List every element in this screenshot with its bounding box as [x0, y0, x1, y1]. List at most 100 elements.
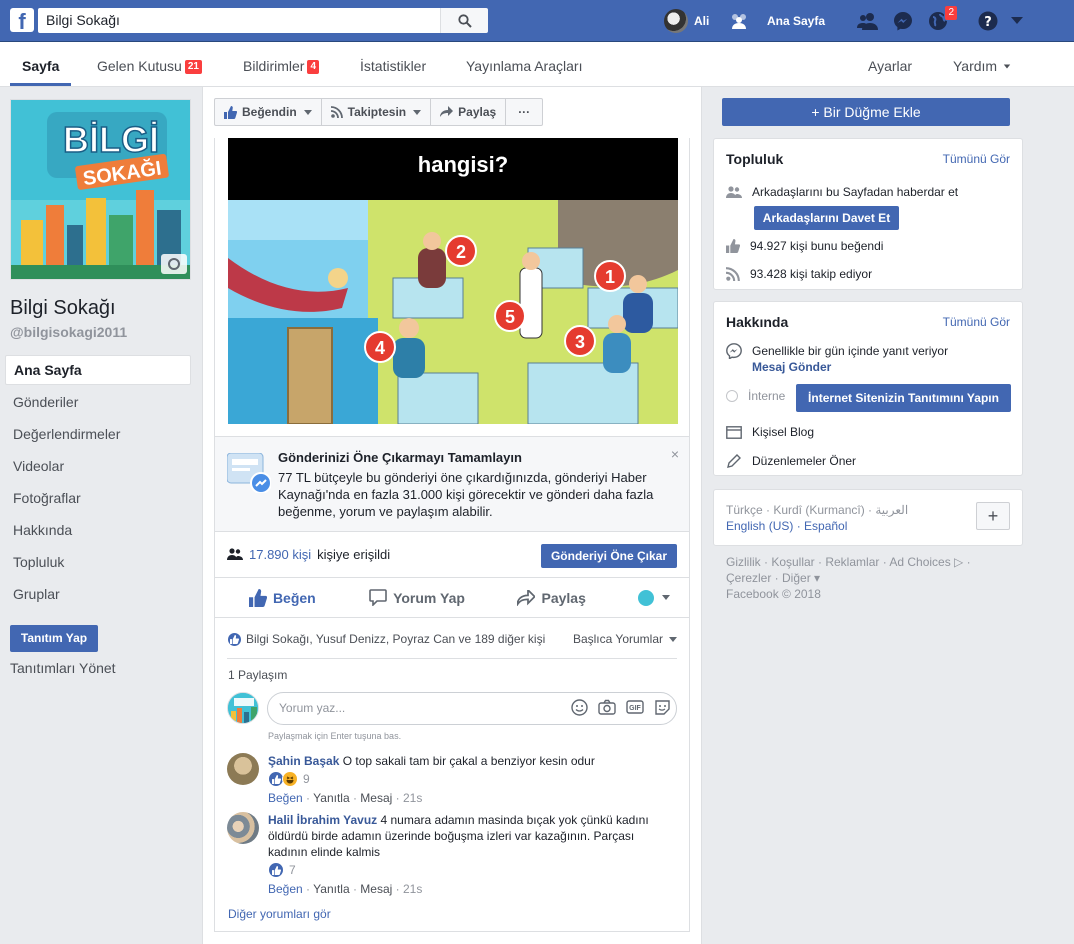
post-image[interactable]: hangisi? 1 2 3 4 5: [228, 138, 678, 424]
reach-count-link[interactable]: 17.890 kişi: [249, 547, 311, 562]
language-card: Türkçe · Kurdî (Kurmancî) · العربية Engl…: [713, 489, 1023, 546]
people-icon: [726, 186, 742, 198]
home-link[interactable]: Ana Sayfa: [767, 0, 825, 42]
comment-button[interactable]: Yorum Yap: [350, 589, 485, 606]
marker-3: 3: [575, 332, 585, 352]
more-comments-link[interactable]: Diğer yorumları gör: [228, 907, 331, 921]
profile-link[interactable]: Ali: [664, 0, 709, 42]
invite-friends-button[interactable]: Arkadaşlarını Davet Et: [754, 206, 899, 230]
likers-link[interactable]: Bilgi Sokağı, Yusuf Denizz, Poyraz Can v…: [246, 632, 545, 646]
tab-page[interactable]: Sayfa: [9, 42, 72, 87]
tab-insights[interactable]: İstatistikler: [360, 42, 426, 87]
sidebar-item-groups[interactable]: Gruplar: [5, 579, 191, 611]
sidebar-item-home[interactable]: Ana Sayfa: [5, 355, 191, 385]
page-profile-picture[interactable]: BİLGİ SOKAĞI: [10, 99, 191, 280]
about-card: Hakkında Tümünü Gör Genellikle bir gün i…: [713, 301, 1023, 476]
comment-reactions[interactable]: 9: [268, 771, 668, 787]
sidebar-item-posts[interactable]: Gönderiler: [5, 387, 191, 419]
liked-label: Beğendin: [242, 105, 297, 119]
comment-composer: Yorum yaz... GIF: [227, 692, 679, 726]
comment-timestamp[interactable]: 21s: [403, 791, 422, 805]
category-link[interactable]: Kişisel Blog: [752, 425, 814, 439]
sidebar-item-about[interactable]: Hakkında: [5, 515, 191, 547]
liked-button[interactable]: Beğendin: [215, 99, 322, 125]
image-caption: hangisi?: [418, 152, 508, 177]
avatar[interactable]: [227, 753, 259, 785]
inbox-count-badge: 21: [184, 60, 202, 74]
notifications-button[interactable]: 2: [926, 0, 958, 42]
share-page-button[interactable]: Paylaş: [431, 99, 507, 125]
sidebar-item-reviews[interactable]: Değerlendirmeler: [5, 419, 191, 451]
help-button[interactable]: ?: [976, 0, 1000, 42]
friend-requests-button[interactable]: [856, 0, 880, 42]
camera-icon[interactable]: [598, 699, 616, 715]
avatar: [664, 9, 688, 33]
footer-links-row-1[interactable]: Gizlilik · Koşullar · Reklamlar · Ad Cho…: [726, 554, 1006, 570]
marker-4: 4: [375, 338, 385, 358]
shares-link[interactable]: 1 Paylaşım: [228, 668, 287, 682]
like-button[interactable]: Beğen: [215, 588, 350, 607]
manage-promotions-link[interactable]: Tanıtımları Yönet: [10, 660, 116, 676]
comment-message-link[interactable]: Mesaj: [360, 882, 392, 896]
comment-like-link[interactable]: Beğen: [268, 882, 303, 896]
comment-sort-dropdown[interactable]: Başlıca Yorumlar: [573, 632, 677, 646]
sidebar-item-photos[interactable]: Fotoğraflar: [5, 483, 191, 515]
about-see-all-link[interactable]: Tümünü Gör: [943, 315, 1010, 329]
comment-author[interactable]: Halil İbrahim Yavuz: [268, 813, 377, 827]
close-icon[interactable]: ×: [671, 446, 679, 462]
share-page-label: Paylaş: [458, 105, 497, 119]
footer-links-row-2[interactable]: Çerezler · Diğer ▾: [726, 570, 1006, 586]
search-button[interactable]: [440, 8, 488, 33]
comment-label: Yorum Yap: [393, 589, 465, 606]
home-label: Ana Sayfa: [767, 14, 826, 28]
gif-icon[interactable]: GIF: [626, 699, 644, 715]
likes-count-text: 94.927 kişi bunu beğendi: [750, 239, 884, 253]
promote-website-button[interactable]: İnternet Sitenizin Tanıtımını Yapın: [796, 384, 1011, 412]
tab-inbox[interactable]: Gelen Kutusu 21: [97, 42, 202, 87]
boost-post-button[interactable]: Gönderiyi Öne Çıkar: [541, 544, 677, 568]
comment-like-link[interactable]: Beğen: [268, 791, 303, 805]
add-button-button[interactable]: + Bir Düğme Ekle: [722, 98, 1010, 126]
tab-settings[interactable]: Ayarlar: [868, 42, 912, 87]
search-input[interactable]: Bilgi Sokağı: [38, 8, 440, 33]
tab-publishing-tools[interactable]: Yayınlama Araçları: [466, 42, 582, 87]
sticker-icon[interactable]: [654, 699, 671, 716]
language-list-secondary[interactable]: English (US) · Español: [726, 518, 908, 534]
tab-help[interactable]: Yardım: [953, 42, 1011, 87]
comment-bubble-icon: [369, 589, 387, 606]
sidebar-item-community[interactable]: Topluluk: [5, 547, 191, 579]
comment-reactions[interactable]: 7: [268, 862, 668, 878]
comment-author[interactable]: Şahin Başak: [268, 754, 339, 768]
language-list-primary[interactable]: Türkçe · Kurdî (Kurmancî) · العربية: [726, 502, 908, 518]
post-as-selector[interactable]: [619, 589, 689, 606]
more-options-button[interactable]: ···: [506, 99, 542, 125]
promote-button[interactable]: Tanıtım Yap: [10, 625, 98, 652]
question-icon: ?: [976, 9, 1000, 33]
community-see-all-link[interactable]: Tümünü Gör: [943, 152, 1010, 166]
facebook-logo-icon[interactable]: f: [10, 8, 34, 32]
comment-message-link[interactable]: Mesaj: [360, 791, 392, 805]
tab-notifications[interactable]: Bildirimler 4: [243, 42, 320, 87]
reach-label: kişiye erişildi: [317, 546, 391, 562]
svg-text:GIF: GIF: [629, 705, 641, 712]
share-button[interactable]: Paylaş: [484, 589, 619, 606]
avatar[interactable]: [227, 812, 259, 844]
sidebar-item-videos[interactable]: Videolar: [5, 451, 191, 483]
top-navigation-bar: f Bilgi Sokağı Ali Ana Sayfa 2 ?: [0, 0, 1074, 42]
messenger-button[interactable]: [891, 0, 915, 42]
comment-reply-link[interactable]: Yanıtla: [313, 791, 349, 805]
page-title[interactable]: Bilgi Sokağı: [10, 297, 116, 320]
comment-item: Halil İbrahim Yavuz 4 numara adamın masi…: [227, 812, 677, 898]
send-message-link[interactable]: Mesaj Gönder: [752, 360, 831, 374]
comment-sort-label: Başlıca Yorumlar: [572, 632, 663, 646]
groups-shortcut[interactable]: [727, 0, 751, 42]
comment-text: O top sakali tam bir çakal a benziyor ke…: [342, 754, 595, 768]
emoji-icon[interactable]: [571, 699, 588, 716]
comment-timestamp[interactable]: 21s: [403, 882, 422, 896]
add-language-button[interactable]: +: [976, 502, 1010, 530]
account-menu-button[interactable]: [1010, 0, 1024, 42]
suggest-edits-link[interactable]: Düzenlemeler Öner: [752, 454, 856, 468]
following-button[interactable]: Takiptesin: [322, 99, 432, 125]
page-username[interactable]: @bilgisokagi2011: [10, 324, 127, 340]
comment-reply-link[interactable]: Yanıtla: [313, 882, 349, 896]
